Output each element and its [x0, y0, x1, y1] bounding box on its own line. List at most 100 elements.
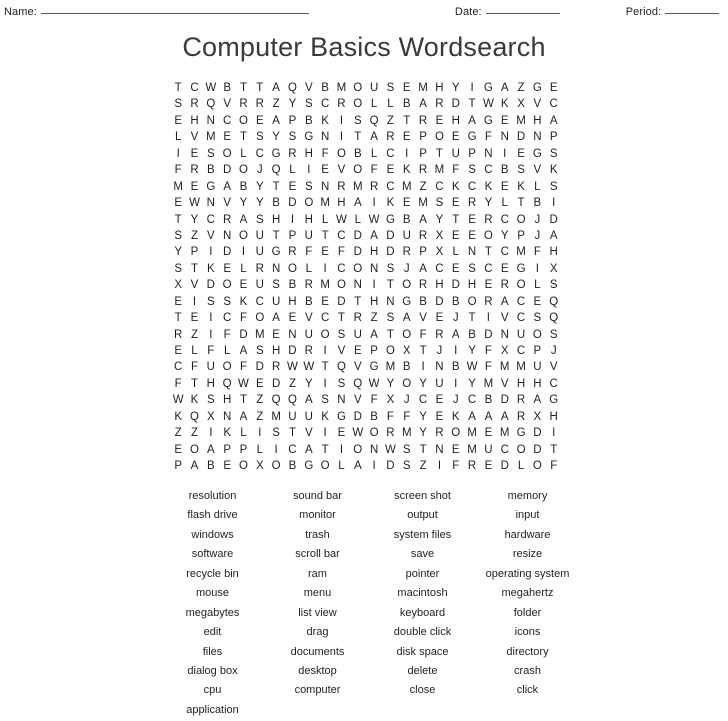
grid-letter[interactable]: G [301, 458, 317, 474]
grid-letter[interactable]: R [186, 96, 202, 112]
word-item[interactable]: system files [370, 526, 475, 545]
grid-letter[interactable]: O [235, 458, 251, 474]
grid-letter[interactable]: N [284, 327, 300, 343]
grid-letter[interactable]: F [448, 162, 464, 178]
grid-letter[interactable]: T [546, 442, 562, 458]
grid-letter[interactable]: E [431, 392, 447, 408]
grid-letter[interactable]: W [203, 80, 219, 96]
grid-letter[interactable]: C [252, 294, 268, 310]
grid-letter[interactable]: E [480, 458, 496, 474]
grid-letter[interactable]: T [317, 442, 333, 458]
grid-letter[interactable]: A [415, 212, 431, 228]
grid-letter[interactable]: P [546, 129, 562, 145]
grid-letter[interactable]: R [382, 129, 398, 145]
grid-letter[interactable]: A [464, 113, 480, 129]
grid-letter[interactable]: W [382, 442, 398, 458]
grid-letter[interactable]: Y [415, 376, 431, 392]
grid-letter[interactable]: S [546, 327, 562, 343]
grid-letter[interactable]: L [235, 261, 251, 277]
grid-letter[interactable]: K [399, 162, 415, 178]
grid-letter[interactable]: I [170, 146, 186, 162]
grid-letter[interactable]: O [186, 442, 202, 458]
grid-letter[interactable]: F [317, 146, 333, 162]
grid-letter[interactable]: I [203, 425, 219, 441]
grid-letter[interactable]: C [382, 146, 398, 162]
grid-letter[interactable]: Y [415, 425, 431, 441]
grid-letter[interactable]: H [546, 244, 562, 260]
grid-letter[interactable]: I [333, 442, 349, 458]
grid-letter[interactable]: O [333, 146, 349, 162]
grid-letter[interactable]: F [301, 244, 317, 260]
grid-letter[interactable]: E [219, 261, 235, 277]
grid-letter[interactable]: P [415, 244, 431, 260]
grid-letter[interactable]: O [513, 277, 529, 293]
grid-letter[interactable]: O [431, 129, 447, 145]
grid-letter[interactable]: Y [268, 129, 284, 145]
grid-letter[interactable]: U [480, 442, 496, 458]
grid-letter[interactable]: H [464, 277, 480, 293]
grid-letter[interactable]: G [529, 146, 545, 162]
grid-letter[interactable]: O [399, 277, 415, 293]
grid-letter[interactable]: Z [170, 425, 186, 441]
grid-letter[interactable]: D [219, 162, 235, 178]
word-item[interactable]: cpu [160, 681, 265, 700]
grid-letter[interactable]: J [546, 343, 562, 359]
grid-letter[interactable]: O [219, 277, 235, 293]
grid-letter[interactable]: S [268, 277, 284, 293]
grid-letter[interactable]: L [170, 129, 186, 145]
grid-letter[interactable]: K [317, 113, 333, 129]
word-item[interactable]: documents [265, 643, 370, 662]
grid-letter[interactable]: O [382, 343, 398, 359]
grid-letter[interactable]: W [464, 359, 480, 375]
grid-letter[interactable]: H [529, 376, 545, 392]
grid-letter[interactable]: I [252, 425, 268, 441]
grid-letter[interactable]: Y [235, 195, 251, 211]
grid-letter[interactable]: E [431, 113, 447, 129]
grid-letter[interactable]: B [203, 458, 219, 474]
grid-letter[interactable]: R [333, 96, 349, 112]
grid-letter[interactable]: V [497, 310, 513, 326]
grid-letter[interactable]: N [317, 129, 333, 145]
word-item[interactable]: close [370, 681, 475, 700]
word-item[interactable]: crash [475, 662, 580, 681]
grid-letter[interactable]: F [203, 343, 219, 359]
grid-letter[interactable]: C [219, 310, 235, 326]
grid-letter[interactable]: R [399, 244, 415, 260]
grid-letter[interactable]: C [186, 80, 202, 96]
grid-letter[interactable]: B [464, 327, 480, 343]
grid-letter[interactable]: M [170, 179, 186, 195]
grid-letter[interactable]: D [350, 244, 366, 260]
grid-letter[interactable]: S [268, 425, 284, 441]
grid-letter[interactable]: Z [366, 310, 382, 326]
grid-letter[interactable]: R [480, 212, 496, 228]
grid-letter[interactable]: U [252, 277, 268, 293]
grid-letter[interactable]: M [513, 359, 529, 375]
grid-letter[interactable]: F [235, 310, 251, 326]
grid-letter[interactable]: L [529, 277, 545, 293]
grid-letter[interactable]: S [203, 146, 219, 162]
grid-letter[interactable]: E [529, 294, 545, 310]
grid-letter[interactable]: T [317, 359, 333, 375]
grid-letter[interactable]: T [186, 261, 202, 277]
grid-letter[interactable]: A [301, 442, 317, 458]
grid-letter[interactable]: T [399, 113, 415, 129]
grid-letter[interactable]: E [448, 228, 464, 244]
grid-letter[interactable]: M [415, 195, 431, 211]
grid-letter[interactable]: X [431, 244, 447, 260]
grid-letter[interactable]: B [235, 179, 251, 195]
word-item[interactable]: megahertz [475, 584, 580, 603]
grid-letter[interactable]: U [268, 294, 284, 310]
grid-letter[interactable]: X [399, 343, 415, 359]
grid-letter[interactable]: W [186, 195, 202, 211]
grid-letter[interactable]: O [464, 294, 480, 310]
grid-letter[interactable]: S [546, 179, 562, 195]
grid-letter[interactable]: H [219, 392, 235, 408]
grid-letter[interactable]: O [529, 458, 545, 474]
grid-letter[interactable]: P [284, 113, 300, 129]
grid-letter[interactable]: R [464, 195, 480, 211]
grid-letter[interactable]: X [546, 261, 562, 277]
grid-letter[interactable]: P [464, 146, 480, 162]
grid-letter[interactable]: E [252, 376, 268, 392]
grid-letter[interactable]: E [284, 179, 300, 195]
word-item[interactable]: output [370, 506, 475, 525]
